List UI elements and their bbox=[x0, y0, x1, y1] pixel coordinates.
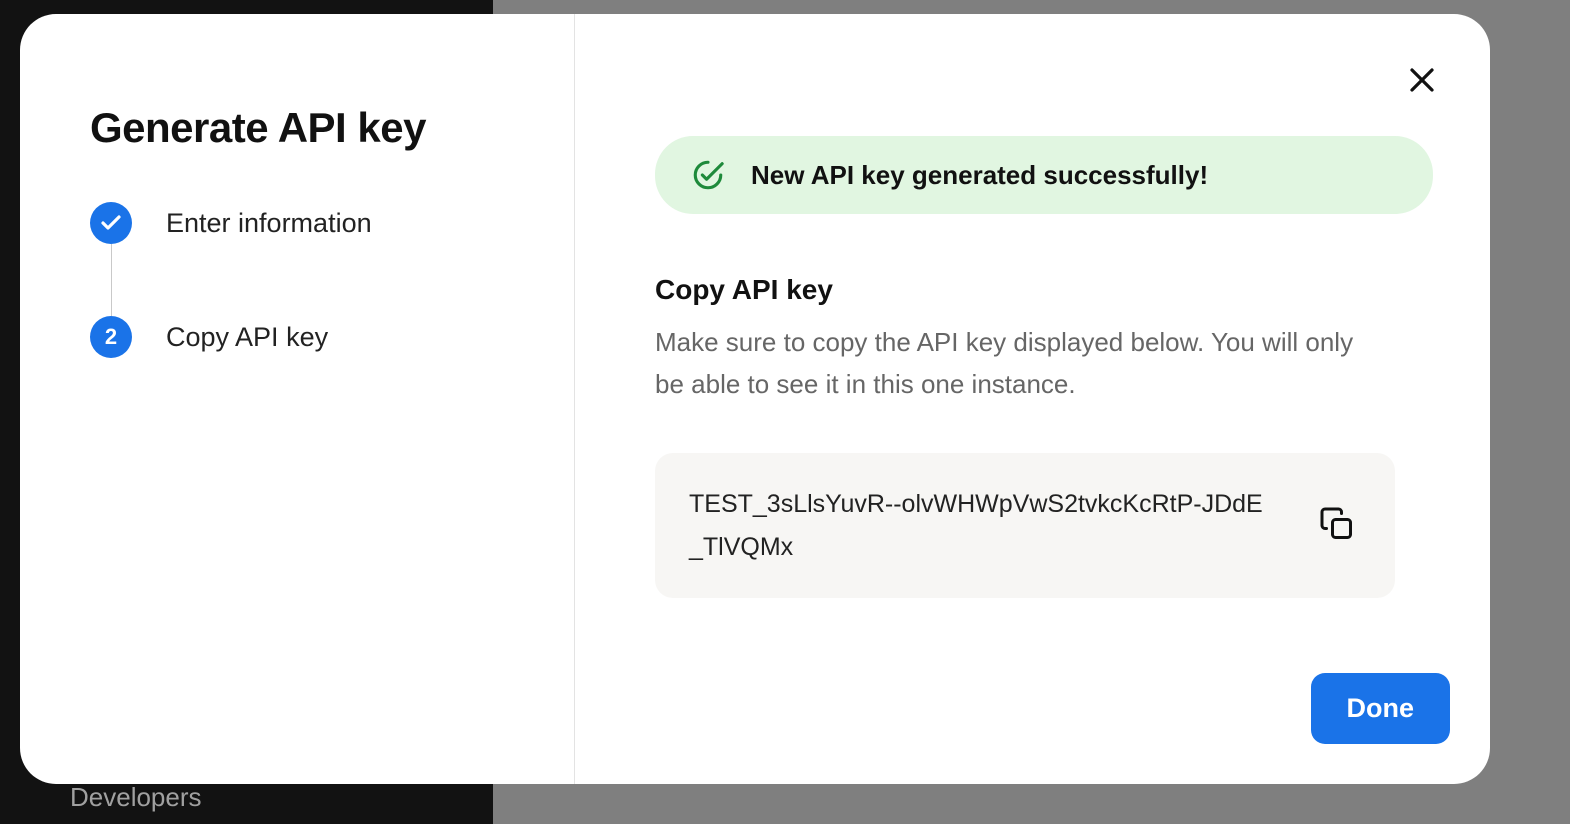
modal-content: New API key generated successfully! Copy… bbox=[575, 14, 1490, 784]
step-copy-api-key: 2 Copy API key bbox=[90, 316, 514, 358]
checkmark-icon bbox=[90, 202, 132, 244]
copy-button[interactable] bbox=[1313, 500, 1361, 551]
modal-title: Generate API key bbox=[90, 104, 514, 152]
section-heading: Copy API key bbox=[655, 274, 1450, 306]
steps-list: Enter information 2 Copy API key bbox=[90, 202, 514, 358]
step-enter-information: Enter information bbox=[90, 202, 514, 244]
backdrop-developers-label: Developers bbox=[70, 782, 202, 813]
copy-icon bbox=[1319, 506, 1355, 542]
api-key-value: TEST_3sLlsYuvR--olvWHWpVwS2tvkcKcRtP-JDd… bbox=[689, 483, 1269, 568]
success-banner: New API key generated successfully! bbox=[655, 136, 1433, 214]
modal-footer: Done bbox=[655, 633, 1450, 744]
step-label: Enter information bbox=[166, 208, 372, 239]
done-button[interactable]: Done bbox=[1311, 673, 1451, 744]
section-description: Make sure to copy the API key displayed … bbox=[655, 322, 1355, 405]
success-check-icon bbox=[691, 158, 725, 192]
close-icon bbox=[1407, 65, 1437, 95]
success-message: New API key generated successfully! bbox=[751, 160, 1208, 191]
close-button[interactable] bbox=[1400, 58, 1444, 102]
modal-sidebar: Generate API key Enter information 2 Cop… bbox=[20, 14, 575, 784]
step-label: Copy API key bbox=[166, 322, 328, 353]
step-connector bbox=[111, 244, 112, 316]
step-number-badge: 2 bbox=[90, 316, 132, 358]
generate-api-key-modal: Generate API key Enter information 2 Cop… bbox=[20, 14, 1490, 784]
api-key-box: TEST_3sLlsYuvR--olvWHWpVwS2tvkcKcRtP-JDd… bbox=[655, 453, 1395, 598]
